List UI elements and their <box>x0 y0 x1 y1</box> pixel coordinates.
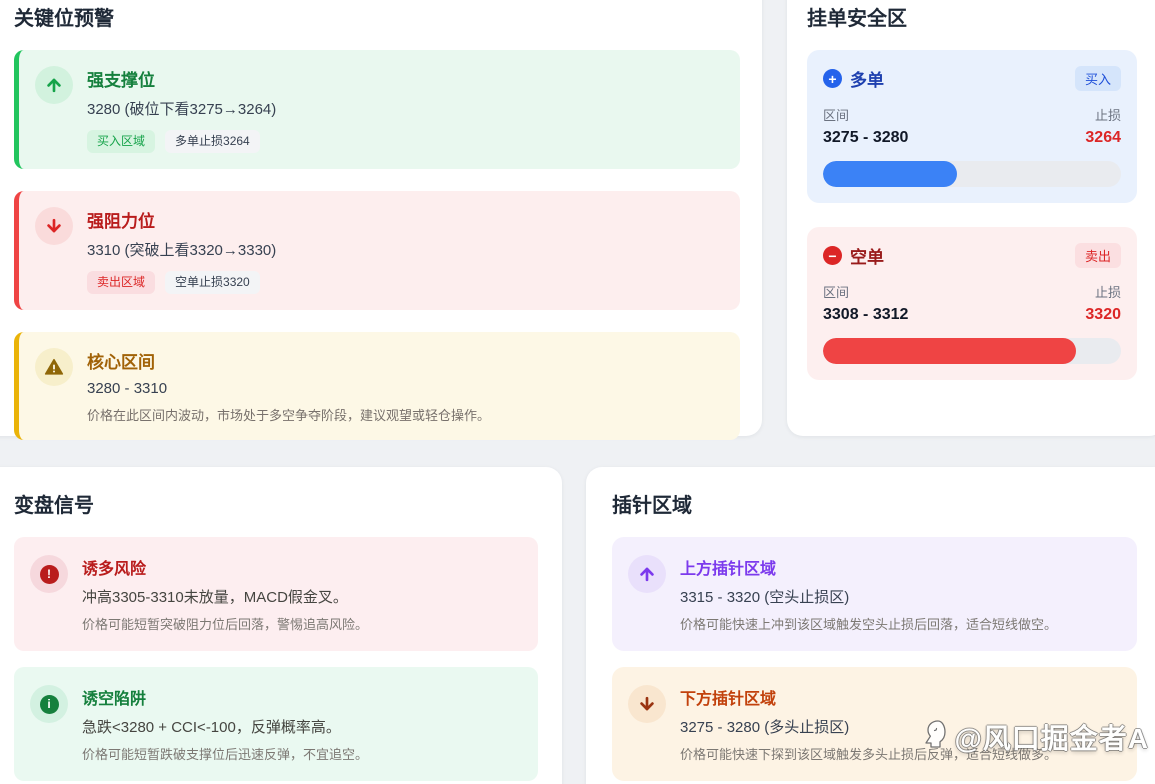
warning-triangle-icon <box>35 348 73 386</box>
alert-value: 3280 (破位下看3275→3264) <box>87 101 277 118</box>
order-header: + 多单 买入 <box>823 66 1121 91</box>
short-stop-badge: 空单止损3320 <box>165 271 260 294</box>
stop-value: 3320 <box>1085 306 1121 323</box>
long-order-box: + 多单 买入 区间 止损 3275 - 3280 3264 <box>807 50 1137 203</box>
exclamation-circle-icon: ! <box>30 555 68 593</box>
alert-value: 3280 - 3310 <box>87 380 168 397</box>
signal-desc: 价格可能短暂突破阻力位后回落，警惕追高风险。 <box>82 617 369 632</box>
stop-value: 3264 <box>1085 129 1121 146</box>
signal-condition: 急跌<3280 + CCI<-100，反弹概率高。 <box>82 719 341 736</box>
pin-body: 上方插针区域 3315 - 3320 (空头止损区) 价格可能快速上冲到该区域触… <box>680 555 1057 633</box>
pin-desc: 价格可能快速下探到该区域触发多头止损后反弹，适合短线做多。 <box>680 747 1058 762</box>
signal-title: 诱空陷阱 <box>82 691 147 708</box>
order-title: 多单 <box>850 71 884 90</box>
info-circle-icon: i <box>30 685 68 723</box>
buy-zone-badge: 买入区域 <box>87 130 156 153</box>
signal-body: 诱空陷阱 急跌<3280 + CCI<-100，反弹概率高。 价格可能短暂跌破支… <box>82 685 368 763</box>
pin-title: 上方插针区域 <box>680 561 777 578</box>
alert-title: 强支撑位 <box>87 71 155 90</box>
order-name: + 多单 <box>823 66 884 91</box>
alert-title: 强阻力位 <box>87 212 155 231</box>
sell-zone-badge: 卖出区域 <box>87 271 156 294</box>
alert-badges: 卖出区域 空单止损3320 <box>87 271 276 294</box>
trading-dashboard: 关键位预警 强支撑位 3280 (破位下看3275→3264) 买入区域 多单止… <box>0 0 1155 784</box>
alert-body: 强阻力位 3310 (突破上看3320→3330) 卖出区域 空单止损3320 <box>87 207 276 294</box>
bull-trap-risk-box: ! 诱多风险 冲高3305-3310未放量，MACD假金叉。 价格可能短暂突破阻… <box>14 537 538 651</box>
order-title: 空单 <box>850 248 884 267</box>
order-labels: 区间 止损 <box>823 282 1121 301</box>
order-values: 3308 - 3312 3320 <box>823 306 1121 324</box>
card-key-levels: 关键位预警 强支撑位 3280 (破位下看3275→3264) 买入区域 多单止… <box>0 0 762 440</box>
card-signals-title: 变盘信号 <box>14 495 94 517</box>
card-pin-zones-title: 插针区域 <box>612 495 692 517</box>
progress-track <box>823 161 1121 187</box>
signal-title: 诱多风险 <box>82 561 147 578</box>
alert-body: 强支撑位 3280 (破位下看3275→3264) 买入区域 多单止损3264 <box>87 66 276 153</box>
long-stop-badge: 多单止损3264 <box>165 130 260 153</box>
alert-badges: 买入区域 多单止损3264 <box>87 130 276 153</box>
signal-body: 诱多风险 冲高3305-3310未放量，MACD假金叉。 价格可能短暂突破阻力位… <box>82 555 368 633</box>
pin-body: 下方插针区域 3275 - 3280 (多头止损区) 价格可能快速下探到该区域触… <box>680 685 1057 763</box>
alert-strong-support: 强支撑位 3280 (破位下看3275→3264) 买入区域 多单止损3264 <box>14 50 740 169</box>
card-pin-zones: 插针区域 上方插针区域 3315 - 3320 (空头止损区) 价格可能快速上冲… <box>586 467 1155 784</box>
order-name: − 空单 <box>823 243 884 268</box>
order-labels: 区间 止损 <box>823 105 1121 124</box>
range-value: 3308 - 3312 <box>823 306 909 323</box>
card-order-safety-title: 挂单安全区 <box>807 8 907 30</box>
signal-desc: 价格可能短暂跌破支撑位后迅速反弹，不宜追空。 <box>82 747 369 762</box>
upper-pin-zone-box: 上方插针区域 3315 - 3320 (空头止损区) 价格可能快速上冲到该区域触… <box>612 537 1137 651</box>
stop-label: 止损 <box>1094 108 1121 123</box>
arrow-down-icon <box>35 207 73 245</box>
range-label: 区间 <box>823 108 850 123</box>
buy-side-badge: 买入 <box>1074 66 1121 91</box>
progress-fill <box>823 338 1077 364</box>
pin-range: 3315 - 3320 (空头止损区) <box>680 589 850 606</box>
card-key-levels-title: 关键位预警 <box>14 8 114 30</box>
card-order-safety: 挂单安全区 + 多单 买入 区间 止损 3275 - 3280 3264 − 空… <box>787 0 1155 436</box>
lower-pin-zone-box: 下方插针区域 3275 - 3280 (多头止损区) 价格可能快速下探到该区域触… <box>612 667 1137 781</box>
order-header: − 空单 卖出 <box>823 243 1121 268</box>
progress-track <box>823 338 1121 364</box>
range-label: 区间 <box>823 285 850 300</box>
alert-value: 3310 (突破上看3320→3330) <box>87 242 277 259</box>
signal-condition: 冲高3305-3310未放量，MACD假金叉。 <box>82 589 348 606</box>
alert-strong-resistance: 强阻力位 3310 (突破上看3320→3330) 卖出区域 空单止损3320 <box>14 191 740 310</box>
stop-label: 止损 <box>1094 285 1121 300</box>
alert-body: 核心区间 3280 - 3310 价格在此区间内波动，市场处于多空争夺阶段，建议… <box>87 348 490 424</box>
alert-core-range: 核心区间 3280 - 3310 价格在此区间内波动，市场处于多空争夺阶段，建议… <box>14 332 740 440</box>
sell-side-badge: 卖出 <box>1074 243 1121 268</box>
order-values: 3275 - 3280 3264 <box>823 129 1121 147</box>
arrow-up-icon <box>628 555 666 593</box>
pin-range: 3275 - 3280 (多头止损区) <box>680 719 850 736</box>
card-signals: 变盘信号 ! 诱多风险 冲高3305-3310未放量，MACD假金叉。 价格可能… <box>0 467 562 784</box>
pin-title: 下方插针区域 <box>680 691 777 708</box>
alert-title: 核心区间 <box>87 353 155 372</box>
short-order-box: − 空单 卖出 区间 止损 3308 - 3312 3320 <box>807 227 1137 380</box>
progress-fill <box>823 161 958 187</box>
minus-circle-icon: − <box>823 246 842 265</box>
pin-desc: 价格可能快速上冲到该区域触发空头止损后回落，适合短线做空。 <box>680 617 1058 632</box>
arrow-down-icon <box>628 685 666 723</box>
alert-desc: 价格在此区间内波动，市场处于多空争夺阶段，建议观望或轻仓操作。 <box>87 408 491 423</box>
plus-circle-icon: + <box>823 69 842 88</box>
range-value: 3275 - 3280 <box>823 129 909 146</box>
arrow-up-icon <box>35 66 73 104</box>
bear-trap-box: i 诱空陷阱 急跌<3280 + CCI<-100，反弹概率高。 价格可能短暂跌… <box>14 667 538 781</box>
